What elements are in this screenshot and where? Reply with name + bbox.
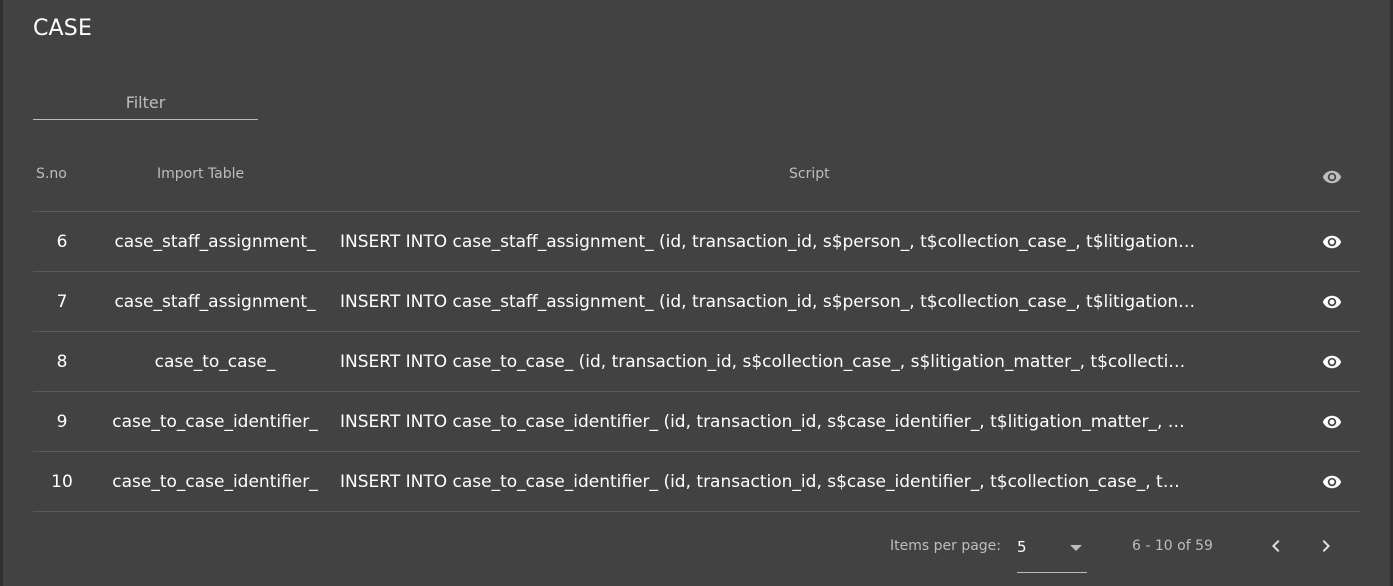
row-script: INSERT INTO case_staff_assignment_ (id, …: [340, 212, 1206, 271]
eye-icon: [1322, 355, 1342, 368]
row-script: INSERT INTO case_to_case_identifier_ (id…: [340, 452, 1206, 511]
row-import-table: case_to_case_identifier_: [112, 411, 318, 432]
column-header-sno[interactable]: S.no: [36, 166, 67, 182]
table-row: 7 case_staff_assignment_ INSERT INTO cas…: [33, 272, 1360, 332]
eye-icon: [1322, 295, 1342, 308]
row-import-table: case_to_case_identifier_: [112, 471, 318, 492]
table-row: 6 case_staff_assignment_ INSERT INTO cas…: [33, 212, 1360, 272]
row-script-text: INSERT INTO case_to_case_identifier_ (id…: [340, 471, 1180, 492]
row-script-text: INSERT INTO case_staff_assignment_ (id, …: [340, 291, 1196, 312]
eye-icon: [1322, 475, 1342, 488]
view-script-button[interactable]: [1320, 332, 1344, 391]
row-sno: 9: [56, 411, 68, 432]
page-title: CASE: [33, 16, 93, 41]
table-row: 10 case_to_case_identifier_ INSERT INTO …: [33, 452, 1360, 512]
next-page-button[interactable]: [1314, 534, 1338, 558]
left-edge: [0, 0, 3, 586]
view-script-button[interactable]: [1320, 272, 1344, 331]
table-row: 8 case_to_case_ INSERT INTO case_to_case…: [33, 332, 1360, 392]
row-script: INSERT INTO case_staff_assignment_ (id, …: [340, 272, 1206, 331]
row-sno: 10: [51, 471, 73, 492]
chevron-right-icon: [1322, 540, 1330, 552]
row-import-table: case_staff_assignment_: [114, 231, 316, 252]
view-script-button[interactable]: [1320, 212, 1344, 271]
page-range-label: 6 - 10 of 59: [1132, 538, 1213, 554]
view-script-button[interactable]: [1320, 392, 1344, 451]
row-script: INSERT INTO case_to_case_identifier_ (id…: [340, 392, 1206, 451]
items-per-page-label: Items per page:: [890, 538, 1002, 554]
items-per-page-value: 5: [1017, 538, 1027, 556]
row-import-table: case_to_case_: [154, 351, 276, 372]
table-header-row: S.no Import Table Script: [33, 144, 1360, 212]
previous-page-button[interactable]: [1264, 534, 1288, 558]
column-header-script[interactable]: Script: [789, 166, 830, 182]
view-script-button[interactable]: [1320, 452, 1344, 511]
row-sno: 8: [56, 351, 68, 372]
chevron-left-icon: [1272, 540, 1280, 552]
row-sno: 6: [56, 231, 68, 252]
filter-field[interactable]: [33, 86, 258, 120]
paginator: Items per page: 5 6 - 10 of 59: [0, 512, 1393, 586]
row-sno: 7: [56, 291, 68, 312]
row-script-text: INSERT INTO case_staff_assignment_ (id, …: [340, 231, 1196, 252]
eye-icon: [1322, 235, 1342, 248]
table-row: 9 case_to_case_identifier_ INSERT INTO c…: [33, 392, 1360, 452]
row-script-text: INSERT INTO case_to_case_ (id, transacti…: [340, 351, 1186, 372]
eye-icon: [1322, 415, 1342, 428]
row-script: INSERT INTO case_to_case_ (id, transacti…: [340, 332, 1206, 391]
filter-input[interactable]: [33, 86, 258, 118]
column-header-import-table[interactable]: Import Table: [157, 166, 244, 182]
import-table: S.no Import Table Script 6 case_staff_as…: [33, 144, 1360, 512]
row-import-table: case_staff_assignment_: [114, 291, 316, 312]
dropdown-arrow-icon: [1070, 545, 1082, 551]
items-per-page-select[interactable]: 5: [1017, 536, 1087, 573]
row-script-text: INSERT INTO case_to_case_identifier_ (id…: [340, 411, 1185, 432]
eye-icon: [1322, 167, 1342, 191]
